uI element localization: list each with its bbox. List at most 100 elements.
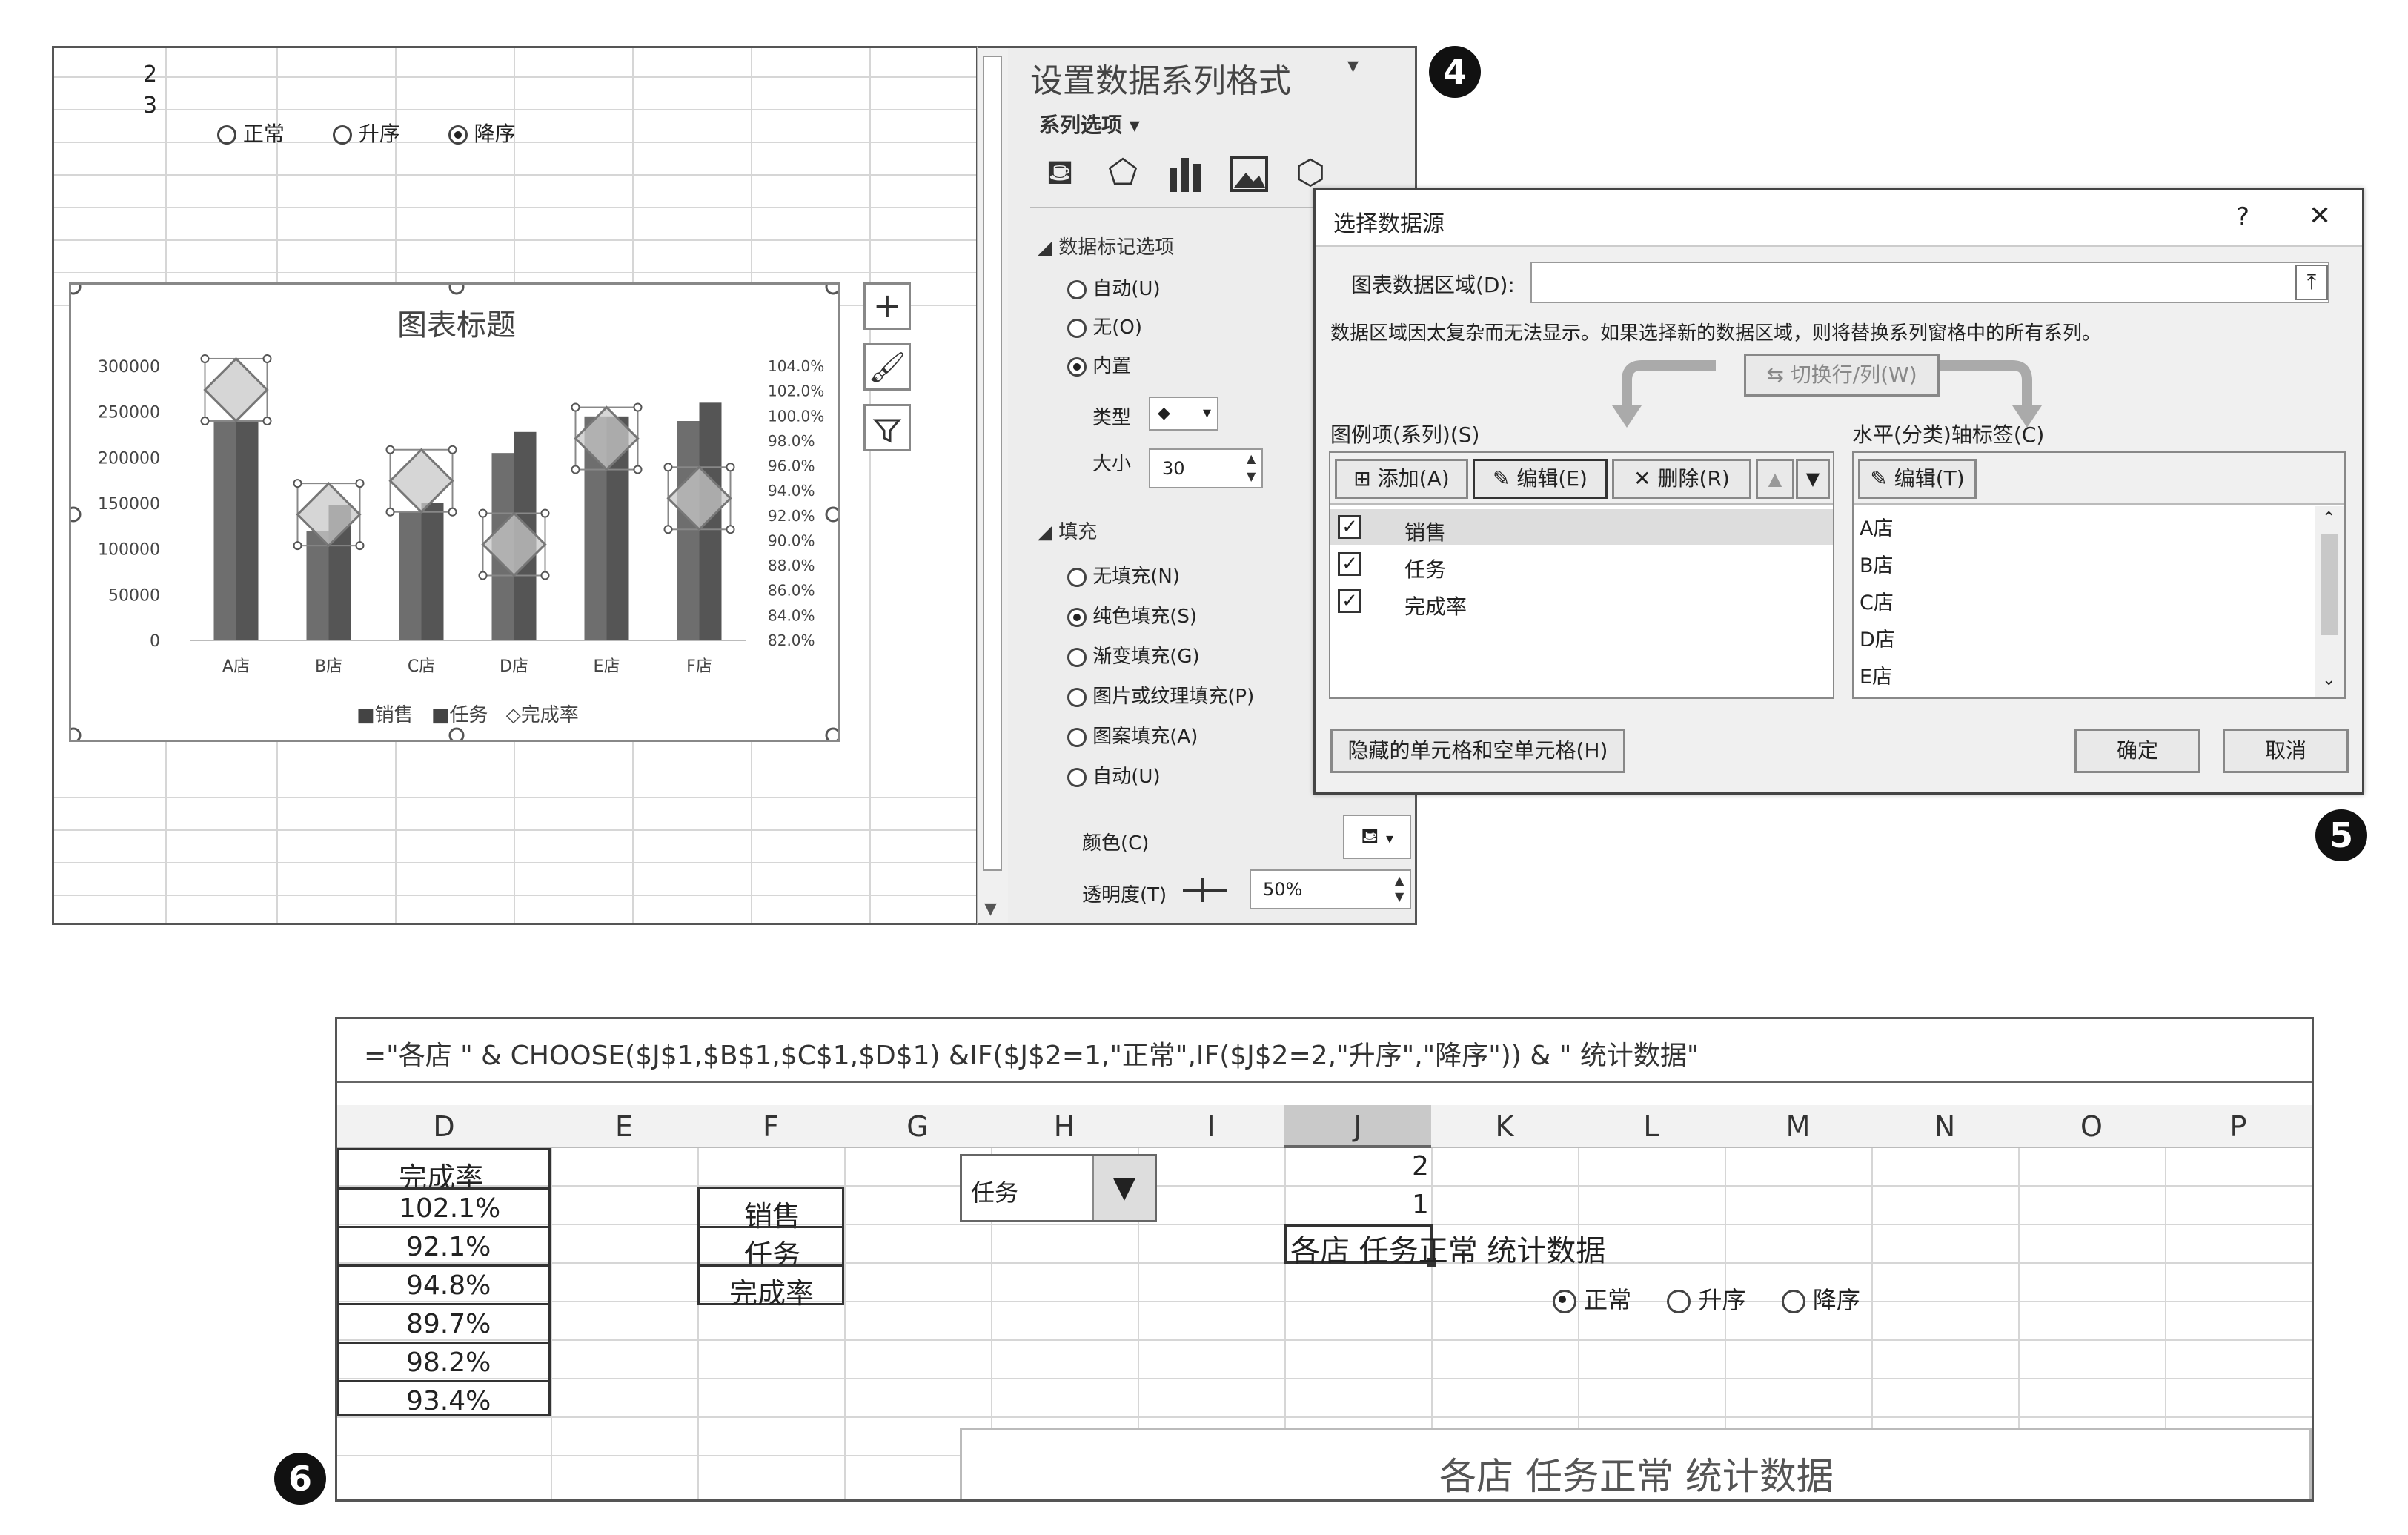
col-header-e[interactable]: E xyxy=(551,1105,697,1148)
completion-rate-cell[interactable]: 98.2% xyxy=(406,1347,491,1378)
cancel-label: 取消 xyxy=(2264,738,2306,763)
marker-option-auto[interactable]: 自动(U) xyxy=(1067,273,1161,301)
radio-ascending[interactable]: 升序 xyxy=(332,122,400,146)
axis-label-item[interactable]: C店 xyxy=(1860,586,1894,615)
fill-section[interactable]: ◢ 填充 xyxy=(1038,517,1097,544)
move-down-button[interactable]: ▼ xyxy=(1796,459,1830,499)
color-picker-button[interactable]: ⛾ ▾ xyxy=(1343,815,1411,859)
metric-cell[interactable]: 完成率 xyxy=(729,1270,814,1311)
fill-option-gradient[interactable]: 渐变填充(G) xyxy=(1067,641,1200,669)
switch-row-column-button[interactable]: ⇆ 切换行/列(W) xyxy=(1744,354,1940,397)
j-cell[interactable]: 2 xyxy=(1412,1151,1429,1181)
radio-descending[interactable]: 降序 xyxy=(1781,1286,1860,1314)
move-up-button[interactable]: ▲ xyxy=(1756,459,1794,499)
completion-rate-cell[interactable]: 93.4% xyxy=(406,1386,491,1416)
col-header-o[interactable]: O xyxy=(2018,1105,2165,1148)
ok-button[interactable]: 确定 xyxy=(2074,729,2200,773)
col-header-j[interactable]: J xyxy=(1284,1105,1431,1148)
tab-series-options[interactable] xyxy=(1164,152,1208,196)
chart-elements-button[interactable]: + xyxy=(863,282,911,330)
fill-option-picture[interactable]: 图片或纹理填充(P) xyxy=(1067,681,1254,709)
j-cell[interactable]: 1 xyxy=(1412,1190,1429,1220)
ok-label: 确定 xyxy=(2116,738,2158,763)
axis-label-item[interactable]: B店 xyxy=(1860,549,1894,578)
tab-fill-line[interactable]: ⛾ xyxy=(1038,152,1082,196)
formula-bar[interactable]: ="各店 " & CHOOSE($J$1,$B$1,$C$1,$D$1) &IF… xyxy=(337,1019,2312,1083)
size-input[interactable]: 30 xyxy=(1149,448,1263,488)
transparency-input[interactable]: 50% xyxy=(1250,869,1411,909)
checkbox-icon[interactable]: ✓ xyxy=(1338,589,1361,613)
col-header-l[interactable]: L xyxy=(1578,1105,1725,1148)
pane-collapse-icon[interactable]: ▾ xyxy=(1347,53,1359,79)
fill-option-auto[interactable]: 自动(U) xyxy=(1067,761,1161,789)
chart-filters-button[interactable] xyxy=(863,404,911,451)
scroll-up-icon[interactable]: ⌃ xyxy=(2322,509,2335,528)
chart-styles-button[interactable]: 🖌 xyxy=(863,343,911,391)
range-collapse-button[interactable]: ⤒ xyxy=(2295,265,2328,300)
col-header-f[interactable]: F xyxy=(697,1105,844,1148)
col-header-n[interactable]: N xyxy=(1871,1105,2018,1148)
hidden-empty-cells-button[interactable]: 隐藏的单元格和空单元格(H) xyxy=(1330,729,1625,773)
row-number: 3 xyxy=(143,93,158,119)
marker-option-builtin[interactable]: 内置 xyxy=(1067,351,1131,378)
size-spinner-icon[interactable]: ▲ ▼ xyxy=(1247,450,1256,485)
series-options-dropdown[interactable]: 系列选项 ▾ xyxy=(1039,109,1140,139)
slider-handle[interactable] xyxy=(1201,878,1204,902)
fill-option-solid[interactable]: 纯色填充(S) xyxy=(1067,601,1197,629)
completion-rate-cell[interactable]: 92.1% xyxy=(406,1232,491,1262)
edit-series-button[interactable]: ✎ 编辑(E) xyxy=(1473,459,1608,499)
tab-picture[interactable] xyxy=(1227,152,1271,196)
col-header-g[interactable]: G xyxy=(844,1105,991,1148)
add-series-button[interactable]: ⊞ 添加(A) xyxy=(1335,459,1468,499)
col-header-d[interactable]: D xyxy=(337,1105,551,1148)
cancel-button[interactable]: 取消 xyxy=(2223,729,2349,773)
axis-label-item[interactable]: A店 xyxy=(1860,512,1893,541)
metric-dropdown[interactable]: 任务 ▼ xyxy=(960,1154,1157,1222)
close-icon[interactable]: ✕ xyxy=(2309,201,2331,231)
transparency-slider[interactable] xyxy=(1183,878,1227,902)
bottom-chart-area[interactable]: 各店 任务正常 统计数据 xyxy=(960,1428,2312,1499)
series-item[interactable]: ✓ 任务 xyxy=(1330,546,1833,582)
bottom-sheet-panel: ="各店 " & CHOOSE($J$1,$B$1,$C$1,$D$1) &IF… xyxy=(335,1017,2314,1502)
scroll-down-arrow-icon[interactable]: ▼ xyxy=(984,900,997,918)
radio-descending[interactable]: 降序 xyxy=(448,122,516,146)
checkbox-icon[interactable]: ✓ xyxy=(1338,552,1361,576)
fill-option-none[interactable]: 无填充(N) xyxy=(1067,561,1180,589)
tab-effects[interactable]: ⬠ xyxy=(1101,152,1145,196)
radio-ascending[interactable]: 升序 xyxy=(1667,1286,1746,1314)
col-header-k[interactable]: K xyxy=(1431,1105,1578,1148)
series-item[interactable]: ✓ 销售 xyxy=(1330,509,1833,545)
fill-option-pattern[interactable]: 图案填充(A) xyxy=(1067,721,1198,749)
col-header-i[interactable]: I xyxy=(1138,1105,1284,1148)
completion-rate-cell[interactable]: 94.8% xyxy=(406,1270,491,1301)
type-select[interactable]: ◆ ▾ xyxy=(1149,397,1218,431)
help-button[interactable]: ? xyxy=(2236,202,2249,232)
axis-list-scrollbar[interactable]: ⌃ ⌄ xyxy=(2315,506,2344,697)
marker-options-section[interactable]: ◢ 数据标记选项 xyxy=(1038,232,1174,259)
transparency-spinner-icon[interactable]: ▲ ▼ xyxy=(1395,872,1404,905)
scroll-thumb[interactable] xyxy=(983,56,1002,871)
completion-rate-cell[interactable]: 102.1% xyxy=(399,1193,500,1224)
right-axis-tick-label: 88.0% xyxy=(768,557,815,574)
selection-handle xyxy=(571,465,580,474)
marker-option-none[interactable]: 无(O) xyxy=(1067,312,1142,339)
col-header-p[interactable]: P xyxy=(2165,1105,2312,1148)
radio-normal[interactable]: 正常 xyxy=(217,122,285,146)
right-axis-tick-label: 102.0% xyxy=(768,382,824,400)
axis-label-item[interactable]: E店 xyxy=(1860,660,1892,689)
axis-label-item[interactable]: D店 xyxy=(1860,623,1895,652)
edit-axis-button[interactable]: ✎ 编辑(T) xyxy=(1858,459,1977,499)
series-item[interactable]: ✓ 完成率 xyxy=(1330,583,1833,619)
dropdown-arrow-button[interactable]: ▼ xyxy=(1092,1156,1155,1220)
scroll-down-icon[interactable]: ⌄ xyxy=(2322,671,2335,689)
range-input[interactable] xyxy=(1530,262,2329,303)
checkbox-icon[interactable]: ✓ xyxy=(1338,515,1361,539)
completion-rate-cell[interactable]: 89.7% xyxy=(406,1309,491,1339)
sheet-vertical-scrollbar[interactable]: ▼ xyxy=(977,46,1008,925)
scroll-thumb[interactable] xyxy=(2321,534,2338,635)
radio-normal[interactable]: 正常 xyxy=(1553,1286,1631,1314)
col-header-m[interactable]: M xyxy=(1725,1105,1871,1148)
col-header-h[interactable]: H xyxy=(991,1105,1138,1148)
delete-series-button[interactable]: ✕ 删除(R) xyxy=(1612,459,1751,499)
chart-object[interactable]: 0 50000 100000 150000 200000 250000 300000 82.0… xyxy=(69,282,840,742)
